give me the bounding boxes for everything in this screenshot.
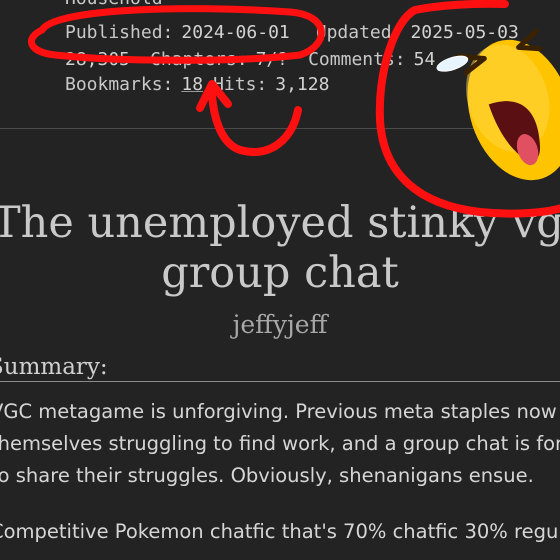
comments-value: 54 — [413, 49, 436, 70]
author-link[interactable]: jeffyjeff — [0, 310, 560, 339]
stats-top-partial: Household — [65, 0, 163, 9]
comments-label: Comments: — [308, 49, 406, 70]
hits-value: 3,128 — [275, 74, 330, 95]
summary-line-3: to share their struggles. Obviously, she… — [0, 464, 534, 487]
updated-label: Updated: — [315, 22, 403, 43]
summary-line-4: Competitive Pokemon chatfic that's 70% c… — [0, 520, 560, 543]
stats-divider — [0, 128, 560, 129]
chapters-value: 7/? — [255, 49, 289, 70]
stats-top-partial-line: Household — [65, 0, 163, 9]
updated-value: 2025-05-03 — [410, 22, 519, 43]
work-stats: Household Published: 2024-06-01 Updated: 20… — [0, 0, 560, 118]
hits-label: Hits: — [213, 74, 268, 95]
stats-dates-line: Published: 2024-06-01 Updated: 2025-05-03 — [65, 22, 519, 43]
screenshot-viewport: Household Published: 2024-06-01 Updated: 20… — [0, 0, 560, 560]
summary-line-1: VGC metagame is unforgiving. Previous me… — [0, 400, 560, 423]
published-label: Published: — [65, 22, 174, 43]
chapters-label: Chapters: — [150, 49, 248, 70]
words-value: 28,305 — [65, 49, 131, 70]
work-title-line1: The unemployed stinky vgc losers — [0, 198, 560, 248]
bookmarks-link[interactable]: 18 — [181, 74, 203, 95]
stats-counts-line: 28,305 Chapters: 7/? Comments: 54 — [65, 49, 435, 70]
bookmarks-label: Bookmarks: — [65, 74, 174, 95]
work-title-line2: group chat — [161, 248, 399, 298]
published-value: 2024-06-01 — [181, 22, 290, 43]
summary-rule — [0, 381, 560, 382]
summary-heading: Summary: — [0, 354, 108, 380]
summary-line-2: themselves struggling to find work, and … — [0, 432, 560, 455]
stats-engagement-line: Bookmarks: 18 Hits: 3,128 — [65, 74, 329, 95]
